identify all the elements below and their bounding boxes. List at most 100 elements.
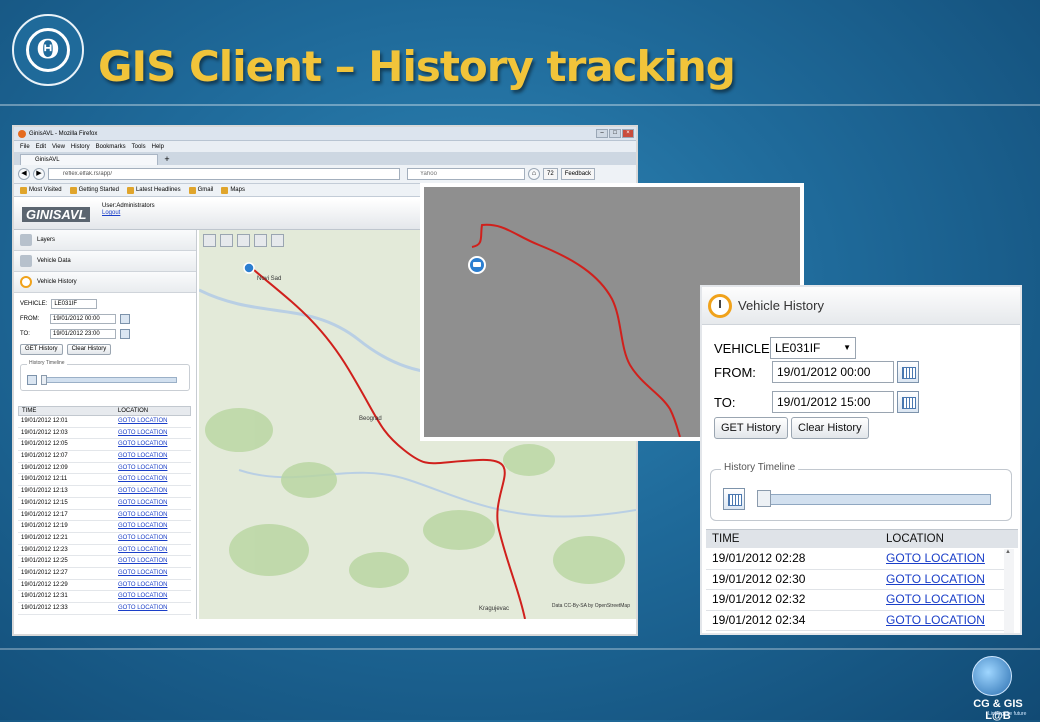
accordion-label: Vehicle History: [37, 279, 77, 285]
goto-location-link[interactable]: GOTO LOCATION: [118, 580, 191, 591]
calendar-icon[interactable]: [27, 375, 37, 385]
vehicle-select[interactable]: LE031IF: [51, 298, 98, 309]
bookmark-most-visited[interactable]: Most Visited: [20, 186, 62, 194]
get-history-button[interactable]: GET History: [714, 417, 788, 439]
goto-location-link[interactable]: GOTO LOCATION: [886, 611, 1004, 631]
forward-button[interactable]: ▶: [33, 168, 45, 180]
row-time: 19/01/2012 12:29: [21, 581, 68, 588]
to-field[interactable]: 19/01/2012 15:00: [772, 391, 894, 413]
row-time: 19/01/2012 12:09: [21, 464, 68, 471]
table-row: 19/01/2012 12:25 GOTO LOCATION: [18, 556, 191, 568]
vehicle-label: VEHICLE:: [20, 300, 48, 307]
to-label: TO:: [20, 330, 30, 337]
goto-location-link[interactable]: GOTO LOCATION: [118, 545, 191, 556]
row-time: 19/01/2012 12:15: [21, 499, 68, 506]
vehicle-select[interactable]: LE031IF ▼: [770, 337, 856, 359]
bookmark-gmail[interactable]: Gmail: [188, 186, 214, 194]
calendar-icon[interactable]: [120, 313, 130, 324]
goto-location-link[interactable]: GOTO LOCATION: [118, 533, 191, 544]
menu-tools[interactable]: Tools: [132, 144, 146, 150]
timeline-slider[interactable]: [759, 494, 991, 505]
goto-location-link[interactable]: GOTO LOCATION: [118, 486, 191, 497]
user-label: User:Administrators: [102, 203, 155, 209]
clear-history-button[interactable]: Clear History: [66, 344, 112, 355]
accordion-layers[interactable]: Layers: [14, 230, 196, 251]
bookmark-label: Gmail: [197, 187, 214, 193]
calendar-icon[interactable]: [897, 391, 919, 413]
menu-edit[interactable]: Edit: [36, 144, 46, 150]
goto-location-link[interactable]: GOTO LOCATION: [886, 570, 1004, 590]
mail-count-badge[interactable]: 72: [543, 168, 558, 180]
row-time: 19/01/2012 02:32: [712, 592, 806, 606]
menu-bar: File Edit View History Bookmarks Tools H…: [14, 141, 636, 152]
tab-bar: GinisAVL +: [14, 152, 636, 165]
calendar-icon[interactable]: [120, 328, 130, 339]
accordion-label: Layers: [37, 237, 56, 243]
goto-location-link[interactable]: GOTO LOCATION: [118, 416, 191, 427]
home-icon[interactable]: ⌂: [528, 168, 540, 180]
goto-location-link[interactable]: GOTO LOCATION: [118, 498, 191, 509]
goto-location-link[interactable]: GOTO LOCATION: [886, 590, 1004, 610]
menu-view[interactable]: View: [52, 144, 65, 150]
get-history-button[interactable]: GET History: [20, 344, 63, 355]
vehicle-value: LE031IF: [775, 341, 821, 355]
maximize-button[interactable]: □: [609, 129, 621, 138]
minimize-button[interactable]: –: [596, 129, 608, 138]
goto-location-link[interactable]: GOTO LOCATION: [118, 521, 191, 532]
table-row: 19/01/2012 12:05 GOTO LOCATION: [18, 439, 191, 452]
goto-location-link[interactable]: GOTO LOCATION: [886, 549, 1004, 569]
logout-link[interactable]: Logout: [102, 210, 120, 216]
new-tab-button[interactable]: +: [161, 155, 173, 165]
goto-location-link[interactable]: GOTO LOCATION: [118, 510, 191, 521]
timeline-slider-handle[interactable]: [41, 375, 47, 385]
goto-location-link[interactable]: GOTO LOCATION: [118, 439, 191, 450]
goto-location-link[interactable]: GOTO LOCATION: [118, 451, 191, 462]
back-button[interactable]: ◀: [18, 168, 30, 180]
calendar-icon[interactable]: [723, 488, 745, 510]
feedback-button[interactable]: Feedback: [560, 168, 596, 180]
calendar-icon[interactable]: [897, 361, 919, 383]
close-window-button[interactable]: ×: [622, 129, 634, 138]
window-titlebar: GinisAVL - Mozilla Firefox – □ ×: [14, 127, 636, 141]
tab-ginisavl[interactable]: GinisAVL: [20, 154, 158, 165]
goto-location-link[interactable]: GOTO LOCATION: [118, 556, 191, 567]
bookmark-icon: [69, 186, 77, 194]
timeline-slider-handle[interactable]: [757, 490, 771, 507]
menu-help[interactable]: Help: [152, 144, 164, 150]
navigation-bar: ◀ ▶ ⌂ 72 Feedback: [14, 165, 636, 184]
zoom-extent-icon[interactable]: [271, 234, 284, 247]
bookmark-maps[interactable]: Maps: [221, 186, 245, 194]
menu-bookmarks[interactable]: Bookmarks: [96, 144, 126, 150]
goto-location-link[interactable]: GOTO LOCATION: [118, 428, 191, 439]
from-field[interactable]: 19/01/2012 00:00: [772, 361, 894, 383]
vehicle-history-panel-zoomed: Vehicle History VEHICLE: LE031IF ▼ FROM:…: [700, 285, 1022, 635]
accordion-vehicle-data[interactable]: Vehicle Data: [14, 251, 196, 272]
to-label: TO:: [714, 394, 736, 410]
from-label: FROM:: [714, 364, 756, 380]
goto-location-link[interactable]: GOTO LOCATION: [118, 474, 191, 485]
from-field[interactable]: 19/01/2012 00:00: [50, 313, 116, 324]
bookmark-getting-started[interactable]: Getting Started: [69, 186, 119, 194]
goto-location-link[interactable]: GOTO LOCATION: [118, 568, 191, 579]
goto-location-link[interactable]: GOTO LOCATION: [118, 603, 191, 614]
to-field[interactable]: 19/01/2012 23:00: [50, 328, 116, 339]
accordion-vehicle-history[interactable]: Vehicle History: [14, 272, 196, 293]
draw-tool-icon[interactable]: [237, 234, 250, 247]
table-scrollbar[interactable]: [1004, 549, 1014, 633]
clear-history-button[interactable]: Clear History: [791, 417, 869, 439]
vehicle-marker-icon[interactable]: [243, 262, 255, 274]
url-input[interactable]: [48, 168, 400, 180]
pan-tool-icon[interactable]: [203, 234, 216, 247]
menu-file[interactable]: File: [20, 144, 30, 150]
select-tool-icon[interactable]: [220, 234, 233, 247]
table-row: 19/01/2012 12:33 GOTO LOCATION: [18, 603, 191, 615]
menu-history[interactable]: History: [71, 144, 90, 150]
goto-location-link[interactable]: GOTO LOCATION: [118, 591, 191, 602]
bookmark-latest-headlines[interactable]: Latest Headlines: [126, 186, 181, 194]
table-row: 19/01/2012 12:15 GOTO LOCATION: [18, 498, 191, 510]
table-row: 19/01/2012 12:11 GOTO LOCATION: [18, 474, 191, 487]
search-input[interactable]: [407, 168, 525, 180]
timeline-slider[interactable]: [41, 377, 177, 383]
goto-location-link[interactable]: GOTO LOCATION: [118, 463, 191, 474]
erase-tool-icon[interactable]: [254, 234, 267, 247]
